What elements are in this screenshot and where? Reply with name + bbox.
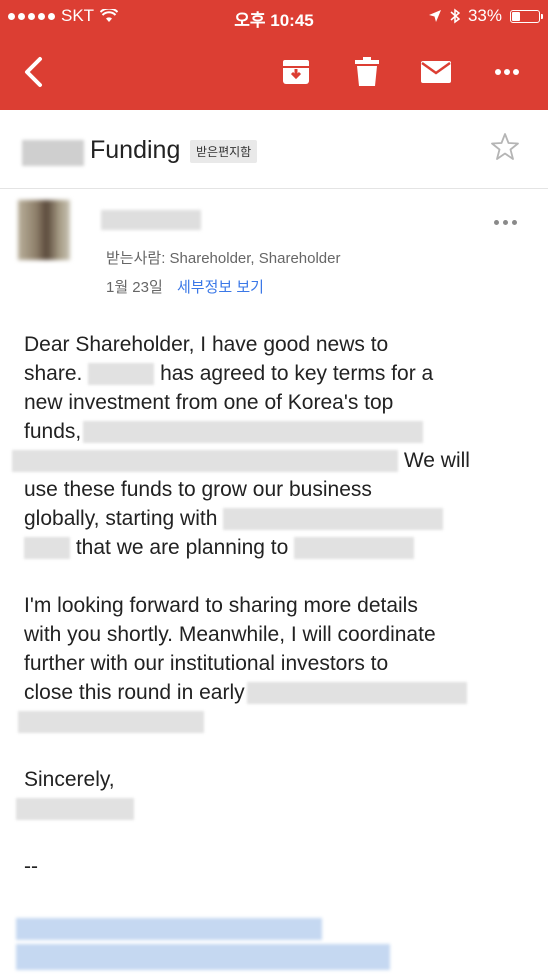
star-button[interactable]: [490, 132, 520, 167]
back-button[interactable]: [14, 52, 54, 92]
bluetooth-icon: [450, 8, 460, 24]
body-line: Sincerely,: [24, 768, 115, 791]
redacted-text: [83, 421, 424, 444]
redacted-text: [223, 508, 444, 531]
more-horizontal-icon: [495, 69, 519, 75]
redacted-text: [294, 537, 415, 560]
redacted-text: [24, 537, 70, 560]
email-subject: Funding: [90, 136, 181, 164]
more-options-button[interactable]: [487, 52, 527, 92]
message-more-button[interactable]: [494, 220, 517, 225]
email-toolbar: [0, 32, 548, 110]
body-line: close this round in early: [24, 678, 534, 707]
body-line: share. has agreed to key terms for a: [24, 362, 434, 386]
body-line: that we are planning to: [24, 533, 534, 562]
avatar[interactable]: [18, 200, 70, 260]
location-icon: [428, 10, 441, 22]
email-body: Dear Shareholder, I have good news to sh…: [12, 330, 534, 881]
body-line: --: [24, 855, 38, 878]
redacted-signature-link[interactable]: [16, 918, 322, 940]
back-arrow-icon: [25, 57, 42, 87]
redacted-text: [88, 363, 155, 386]
mail-icon: [421, 61, 451, 83]
body-line: new investment from one of Korea's top: [24, 391, 394, 414]
mark-unread-button[interactable]: [416, 52, 456, 92]
body-line: [16, 794, 534, 823]
status-bar: SKT 오후 10:45 33%: [0, 0, 548, 32]
sender-header: 받는사람: Shareholder, Shareholder 1월 23일 세부…: [0, 190, 548, 310]
delete-button[interactable]: [347, 52, 387, 92]
star-icon: [491, 133, 519, 160]
redacted-signature: [16, 798, 134, 821]
body-line: We will: [12, 446, 534, 475]
body-line: further with our institutional investors…: [24, 652, 389, 675]
archive-icon: [283, 60, 309, 84]
body-line: globally, starting with: [24, 504, 534, 533]
view-details-link[interactable]: 세부정보 보기: [177, 276, 264, 297]
redacted-text: [246, 682, 467, 705]
body-line: Dear Shareholder, I have good news to: [24, 333, 389, 356]
archive-button[interactable]: [276, 52, 316, 92]
redacted-sender-name: [101, 210, 201, 230]
body-line: funds,: [24, 417, 534, 446]
inbox-label-badge[interactable]: 받은편지함: [190, 140, 258, 163]
email-date: 1월 23일: [106, 279, 163, 296]
subject-row: Funding 받은편지함: [0, 110, 548, 189]
redacted-subject-prefix: [22, 140, 84, 166]
recipients: 받는사람: Shareholder, Shareholder: [106, 250, 341, 267]
battery-icon: [510, 9, 543, 23]
redacted-text: [18, 711, 204, 734]
body-line: with you shortly. Meanwhile, I will coor…: [24, 623, 436, 646]
redacted-text: [12, 450, 398, 473]
body-line: [18, 707, 534, 736]
body-line: use these funds to grow our business: [24, 478, 372, 501]
redacted-signature-link[interactable]: [16, 944, 390, 970]
trash-icon: [355, 57, 379, 86]
body-line: I'm looking forward to sharing more deta…: [24, 594, 418, 617]
battery-percent: 33%: [467, 6, 502, 25]
